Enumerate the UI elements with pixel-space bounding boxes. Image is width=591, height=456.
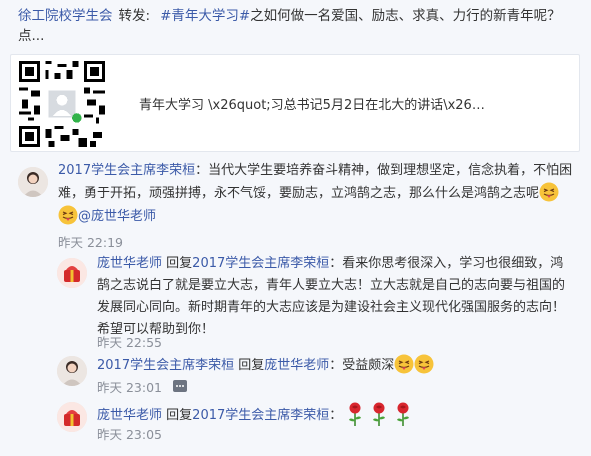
comment-text: ：受益颇深 [329, 358, 395, 373]
comment-text: 鹄之志说白了就是要立大志，青年人要立大志！立大志就是自己的志向要与祖国的 [97, 278, 566, 293]
comment-author-link[interactable]: 2017学生会主席李荣桓 [97, 358, 234, 373]
reply-label: 回复 [238, 358, 265, 373]
rose-icon [370, 401, 388, 427]
reply-label: 回复 [166, 256, 193, 271]
comment-time: 昨天 22:55 [97, 335, 162, 350]
avatar[interactable] [57, 402, 87, 432]
post-author-link[interactable]: 徐工院校学生会 [18, 8, 113, 24]
qr-code-icon [19, 61, 105, 147]
comment-author-link[interactable]: 庞世华老师 [97, 408, 162, 423]
reply-to-link[interactable]: 2017学生会主席李荣桓 [192, 256, 329, 271]
comment-2: 庞世华老师 回复2017学生会主席李荣桓：看来你思考很深入，学习也很细致，鸿 鹄… [97, 253, 583, 341]
comment-3: 2017学生会主席李荣桓 回复庞世华老师：受益颇深 [97, 354, 583, 377]
rose-icon [394, 401, 412, 427]
reply-label: 回复 [166, 408, 193, 423]
avatar[interactable] [57, 258, 87, 288]
comment-text: ：看来你思考很深入，学习也很细致，鸿 [329, 256, 564, 271]
repost-label: 转发: [118, 8, 151, 24]
card-title[interactable]: 青年大学习 \x26quot;习总书记5月2日在北大的讲话\x26… [139, 94, 569, 113]
mention-link[interactable]: @庞世华老师 [78, 209, 156, 224]
comment-time: 昨天 23:05 [97, 427, 162, 442]
comment-text: 希望可以帮助到你！ [97, 322, 215, 337]
comment-time: 昨天 22:19 [58, 235, 123, 250]
grinning-tongue-emoji-icon [414, 354, 434, 374]
comment-text: ： [329, 408, 343, 423]
shared-link-card[interactable]: 青年大学习 \x26quot;习总书记5月2日在北大的讲话\x26… [10, 54, 580, 152]
avatar[interactable] [18, 167, 48, 197]
comment-time: 昨天 23:01 [97, 380, 162, 395]
more-options-icon[interactable] [173, 380, 187, 392]
grinning-tongue-emoji-icon [394, 354, 414, 374]
comment-text: 难，勇于开拓，顽强拼搏，永不气馁，要励志，立鸿鹄之志，那么什么是鸿鹄之志呢 [58, 186, 540, 201]
comment-4: 庞世华老师 回复2017学生会主席李荣桓： [97, 401, 583, 427]
reply-to-link[interactable]: 庞世华老师 [264, 358, 329, 373]
rose-icon [346, 401, 364, 427]
post-header: 徐工院校学生会 转发: #青年大学习#之如何做一名爱国、励志、求真、力行的新青年呢？… [18, 6, 580, 46]
comment-author-link[interactable]: 2017学生会主席李荣桓 [58, 163, 195, 178]
reply-to-link[interactable]: 2017学生会主席李荣桓 [192, 408, 329, 423]
grinning-tongue-emoji-icon [58, 205, 78, 225]
topic-link[interactable]: #青年大学习# [160, 8, 250, 24]
avatar[interactable] [57, 356, 87, 386]
comment-text: 发展同心同向。新时期青年的大志应该是为建设社会主义现代化强国服务的志向！ [97, 300, 566, 315]
comment-author-link[interactable]: 庞世华老师 [97, 256, 162, 271]
comment-1: 2017学生会主席李荣桓：当代大学生要培养奋斗精神，做到理想坚定，信念执着，不怕… [58, 160, 583, 228]
grinning-tongue-emoji-icon [539, 182, 559, 202]
comment-text: ：当代大学生要培养奋斗精神，做到理想坚定，信念执着，不怕困 [195, 163, 573, 178]
